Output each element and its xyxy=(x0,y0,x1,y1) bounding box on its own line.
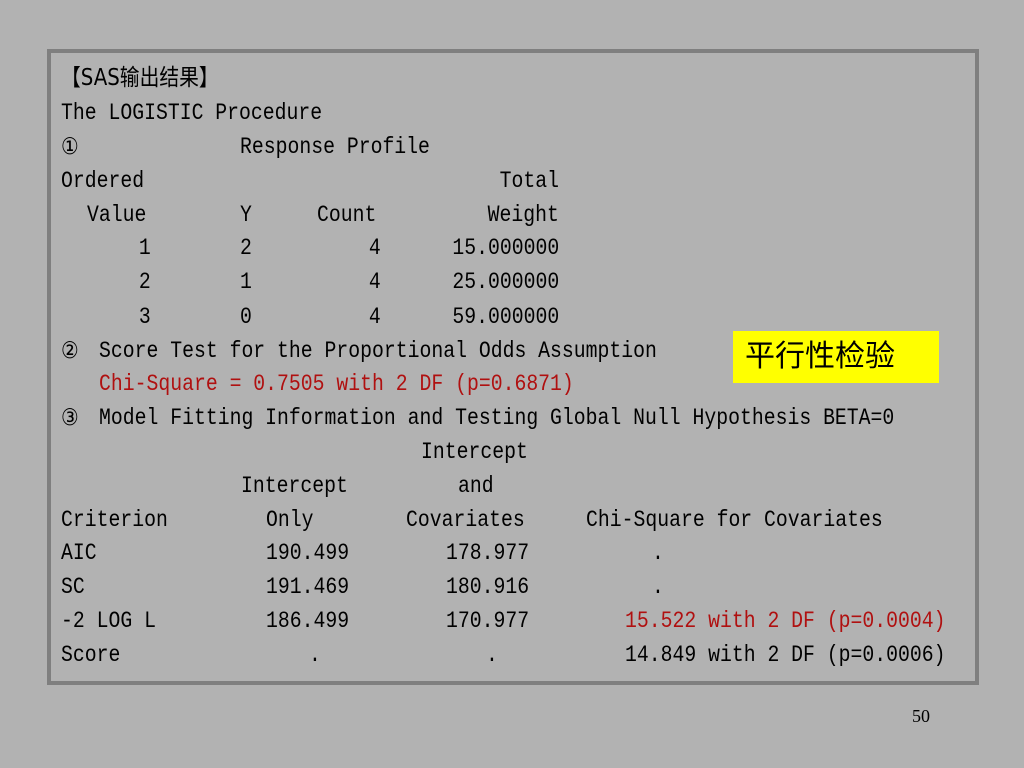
profile-row-y: 2 xyxy=(240,235,252,261)
fit-row-only: . xyxy=(309,642,321,668)
profile-row-weight: 15.000000 xyxy=(452,235,559,261)
section2-heading: Score Test for the Proportional Odds Ass… xyxy=(99,338,657,364)
section2-number: ② xyxy=(61,338,79,364)
fit-row-only: 191.469 xyxy=(266,574,350,600)
fit-row-criterion: -2 LOG L xyxy=(61,608,156,634)
fit-header-only: Only xyxy=(266,507,314,533)
section1-heading: Response Profile xyxy=(240,134,430,160)
fit-header-and: and xyxy=(458,473,494,499)
profile-row-count: 4 xyxy=(369,235,381,261)
fit-header-criterion: Criterion xyxy=(61,507,168,533)
page-number: 50 xyxy=(912,706,930,726)
output-title: 【SAS输出结果】 xyxy=(61,65,219,91)
profile-header-y: Y xyxy=(240,202,252,228)
fit-header-chisq: Chi-Square for Covariates xyxy=(586,507,883,533)
fit-row-cov: 170.977 xyxy=(446,608,530,634)
fit-row-chisq: . xyxy=(652,540,664,566)
section3-number: ③ xyxy=(61,405,79,431)
section1-number: ① xyxy=(61,134,79,160)
profile-header-ordered: Ordered xyxy=(61,168,145,194)
fit-row-criterion: Score xyxy=(61,642,121,668)
fit-header-intercept-top: Intercept xyxy=(421,439,528,465)
fit-row-chisq: . xyxy=(652,574,664,600)
fit-row-chisq-significant: 15.522 with 2 DF (p=0.0004) xyxy=(625,608,946,634)
proportional-odds-chisq: Chi-Square = 0.7505 with 2 DF (p=0.6871) xyxy=(99,371,574,397)
profile-row-count: 4 xyxy=(369,269,381,295)
profile-header-weight: Weight xyxy=(487,202,559,228)
profile-row-y: 1 xyxy=(240,269,252,295)
profile-row-weight: 59.000000 xyxy=(452,304,559,330)
profile-header-total: Total xyxy=(499,168,559,194)
profile-row-y: 0 xyxy=(240,304,252,330)
profile-row-count: 4 xyxy=(369,304,381,330)
fit-header-covariates: Covariates xyxy=(406,507,525,533)
fit-row-cov: . xyxy=(486,642,498,668)
profile-row-value: 2 xyxy=(139,269,151,295)
fit-row-criterion: SC xyxy=(61,574,85,600)
profile-row-value: 1 xyxy=(139,235,151,261)
profile-row-value: 3 xyxy=(139,304,151,330)
fit-row-cov: 178.977 xyxy=(446,540,530,566)
fit-row-cov: 180.916 xyxy=(446,574,530,600)
fit-row-only: 190.499 xyxy=(266,540,350,566)
fit-row-chisq: 14.849 with 2 DF (p=0.0006) xyxy=(625,642,946,668)
fit-header-intercept: Intercept xyxy=(241,473,348,499)
parallel-test-label: 平行性检验 xyxy=(733,331,939,383)
profile-row-weight: 25.000000 xyxy=(452,269,559,295)
profile-header-value: Value xyxy=(87,202,147,228)
procedure-name: The LOGISTIC Procedure xyxy=(61,100,323,126)
fit-row-only: 186.499 xyxy=(266,608,350,634)
fit-row-criterion: AIC xyxy=(61,540,97,566)
profile-header-count: Count xyxy=(317,202,377,228)
section3-heading: Model Fitting Information and Testing Gl… xyxy=(99,405,895,431)
